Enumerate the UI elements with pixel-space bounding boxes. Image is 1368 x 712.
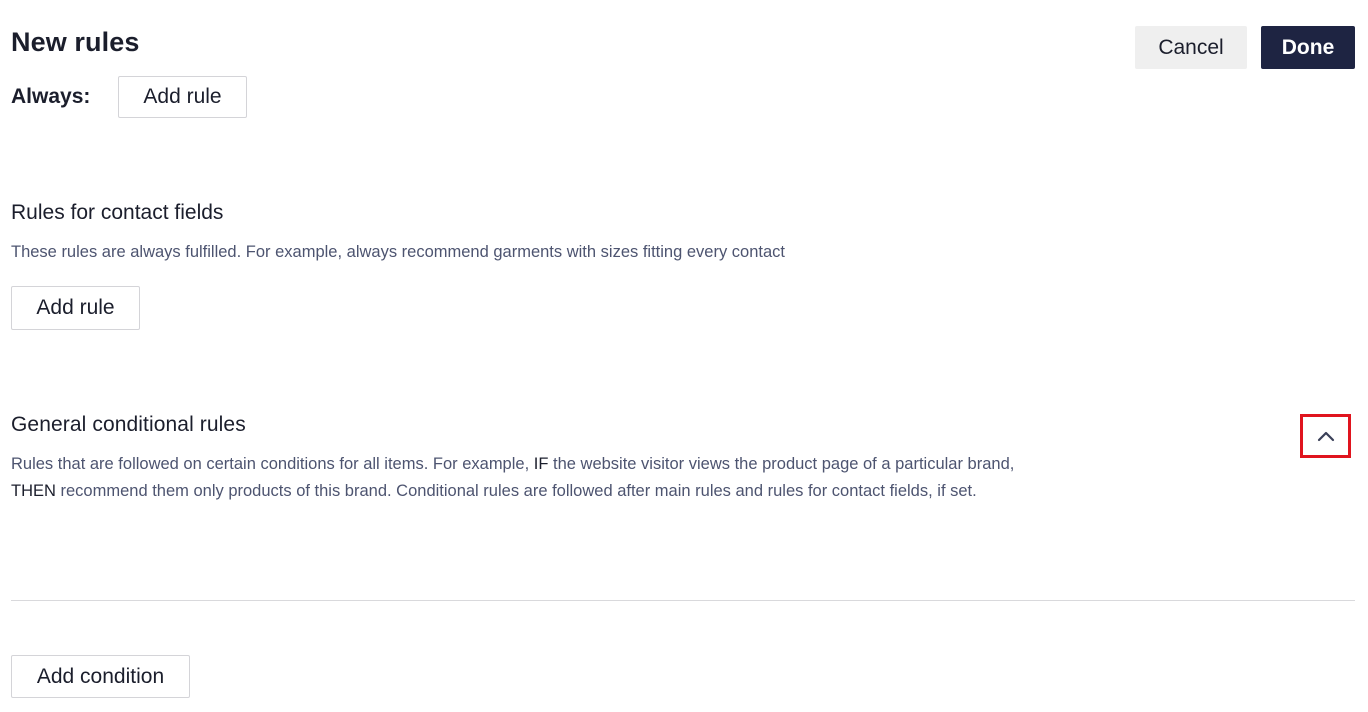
cancel-button[interactable]: Cancel	[1135, 26, 1247, 69]
add-condition-button[interactable]: Add condition	[11, 655, 190, 698]
then-keyword: THEN	[11, 482, 56, 500]
section-divider	[11, 600, 1355, 601]
desc-text: Rules that are followed on certain condi…	[11, 455, 534, 473]
conditional-rules-description-line2: THEN recommend them only products of thi…	[11, 478, 977, 505]
add-contact-rule-button[interactable]: Add rule	[11, 286, 140, 330]
always-label: Always:	[11, 85, 91, 108]
if-keyword: IF	[533, 455, 549, 473]
contact-rules-title: Rules for contact fields	[11, 201, 224, 224]
done-button[interactable]: Done	[1261, 26, 1355, 69]
page-title: New rules	[11, 27, 140, 57]
contact-rules-description: These rules are always fulfilled. For ex…	[11, 243, 785, 261]
desc-text: recommend them only products of this bra…	[55, 482, 977, 500]
chevron-up-icon	[1317, 431, 1334, 442]
collapse-section-button[interactable]	[1300, 414, 1351, 458]
conditional-rules-title: General conditional rules	[11, 413, 246, 436]
conditional-rules-description-line1: Rules that are followed on certain condi…	[11, 451, 1014, 478]
desc-text: the website visitor views the product pa…	[548, 455, 1015, 473]
add-always-rule-button[interactable]: Add rule	[118, 76, 247, 118]
